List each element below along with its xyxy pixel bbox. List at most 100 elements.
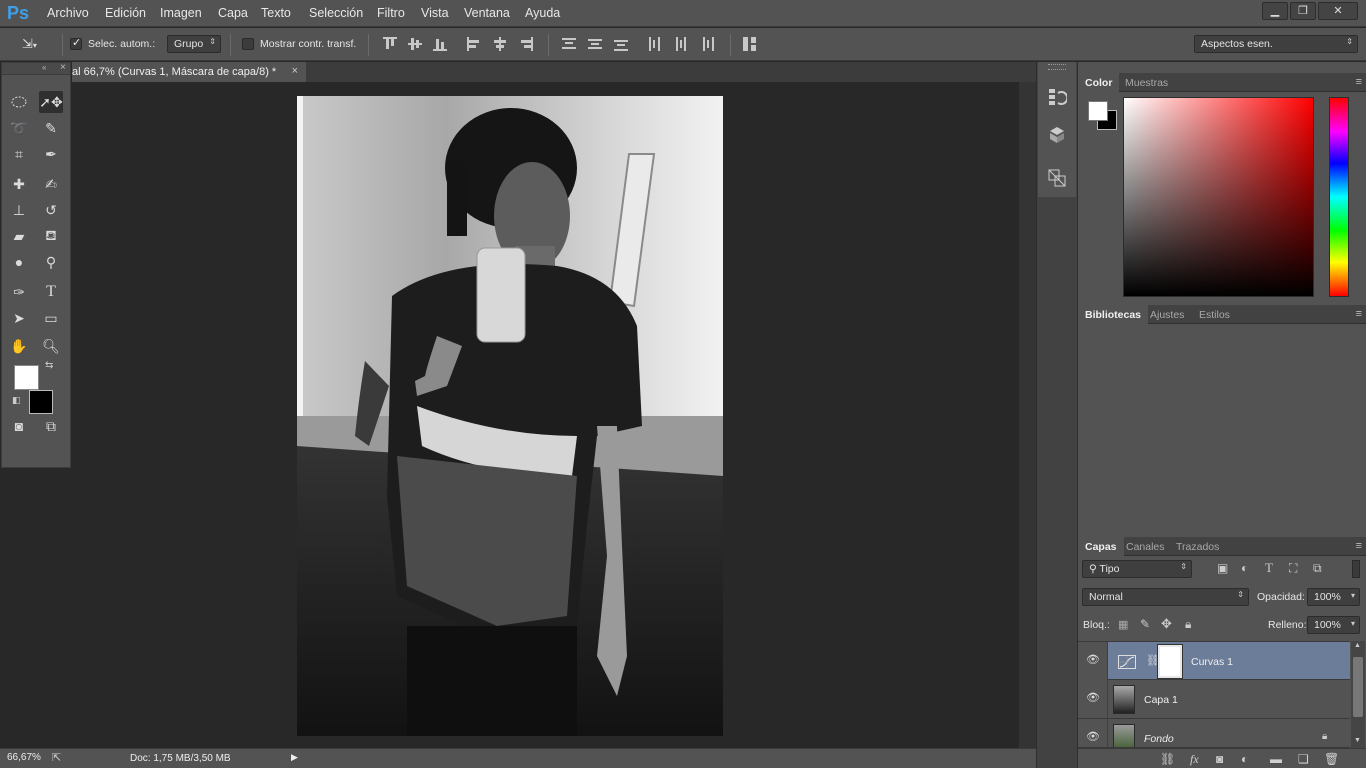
close-window-button[interactable]: ✕	[1318, 2, 1358, 20]
share-icon[interactable]: ⇱	[52, 751, 61, 764]
panel-menu-icon[interactable]: ≡	[1356, 308, 1362, 320]
link-layers-icon[interactable]: ⛓	[1160, 752, 1175, 766]
align-vcenter-icon[interactable]	[408, 37, 422, 51]
auto-select-checkbox[interactable]: ✓	[70, 37, 82, 50]
opacity-input[interactable]: 100% ▾	[1307, 588, 1360, 606]
distribute-vcenter-icon[interactable]	[588, 37, 602, 51]
quick-selection-tool[interactable]: ✎	[39, 117, 63, 139]
auto-select-target-dropdown[interactable]: Grupo ⇕	[167, 35, 221, 53]
tab-color[interactable]: Color	[1078, 73, 1120, 92]
close-tab-icon[interactable]: ×	[292, 65, 298, 77]
filter-adjustment-icon[interactable]: ◐	[1241, 561, 1248, 575]
filter-toggle-switch[interactable]	[1352, 560, 1360, 578]
filter-shape-icon[interactable]: ⛶	[1289, 561, 1297, 576]
brush-tool[interactable]: ✍	[39, 173, 63, 195]
lock-image-icon[interactable]: ✎	[1140, 617, 1150, 631]
hand-tool[interactable]: ✋	[7, 335, 31, 357]
move-tool[interactable]: ➚✥	[39, 91, 63, 113]
minimize-button[interactable]: ▁	[1262, 2, 1288, 20]
healing-brush-tool[interactable]: ✚	[7, 173, 31, 195]
layer-name[interactable]: Fondo	[1144, 733, 1174, 745]
move-tool-preset-icon[interactable]: ⇲▾	[22, 36, 37, 52]
layer-row-curvas[interactable]: 👁︎ ⛓ Curvas 1	[1078, 641, 1350, 681]
adjustment-layer-icon[interactable]: ◐	[1241, 752, 1248, 766]
history-panel-icon[interactable]	[1047, 87, 1069, 109]
distribute-hcenter-icon[interactable]	[674, 37, 688, 51]
eye-icon[interactable]: 👁︎	[1086, 653, 1100, 666]
lock-all-icon[interactable]: 🔒︎	[1185, 617, 1191, 632]
layer-name[interactable]: Capa 1	[1144, 694, 1178, 706]
menu-archivo[interactable]: Archivo	[47, 6, 89, 20]
add-mask-icon[interactable]: ◙	[1216, 752, 1223, 766]
new-group-icon[interactable]: ▬	[1270, 752, 1282, 766]
pen-tool[interactable]: ✑	[7, 281, 31, 303]
panel-menu-icon[interactable]: ≡	[1356, 76, 1362, 88]
menu-ayuda[interactable]: Ayuda	[525, 6, 560, 20]
quick-mask-button[interactable]: ◙	[7, 415, 31, 437]
menu-filtro[interactable]: Filtro	[377, 6, 405, 20]
filter-type-icon[interactable]: T	[1265, 560, 1273, 576]
menu-texto[interactable]: Texto	[261, 6, 291, 20]
tab-trazados[interactable]: Trazados	[1169, 537, 1226, 556]
layers-scrollbar[interactable]: ▲ ▼	[1351, 641, 1365, 748]
tab-canales[interactable]: Canales	[1119, 537, 1172, 556]
rectangle-tool[interactable]: ▭	[39, 307, 63, 329]
scroll-up-icon[interactable]: ▲	[1354, 642, 1361, 649]
screen-mode-button[interactable]: ⧉	[39, 415, 63, 437]
lock-position-icon[interactable]: ✥	[1161, 616, 1172, 632]
layer-mask-thumbnail[interactable]	[1157, 644, 1183, 679]
distribute-left-icon[interactable]	[648, 37, 662, 51]
foreground-color-swatch[interactable]	[14, 365, 39, 390]
hue-slider[interactable]	[1329, 97, 1349, 297]
tab-bibliotecas[interactable]: Bibliotecas	[1078, 305, 1149, 324]
visibility-column[interactable]: 👁︎	[1078, 680, 1108, 719]
clone-source-panel-icon[interactable]	[1047, 168, 1069, 190]
canvas-image[interactable]	[297, 96, 723, 736]
eye-icon[interactable]: 👁︎	[1086, 730, 1100, 743]
tab-capas[interactable]: Capas	[1078, 537, 1124, 556]
eyedropper-tool[interactable]: ✒	[39, 143, 63, 165]
scroll-down-icon[interactable]: ▼	[1354, 737, 1361, 744]
color-spectrum-field[interactable]	[1123, 97, 1314, 297]
filter-smart-object-icon[interactable]: ⧉	[1313, 561, 1322, 576]
scroll-thumb[interactable]	[1353, 657, 1363, 717]
menu-capa[interactable]: Capa	[218, 6, 248, 20]
layer-row-capa-1[interactable]: 👁︎ Capa 1	[1078, 680, 1350, 719]
dock-grip[interactable]	[1048, 64, 1066, 70]
visibility-column[interactable]: 👁︎	[1078, 719, 1108, 747]
trash-icon[interactable]: 🗑︎	[1324, 752, 1339, 766]
status-menu-arrow-icon[interactable]: ▶	[291, 752, 298, 763]
lock-transparent-icon[interactable]: ▦	[1118, 618, 1128, 631]
layer-filter-dropdown[interactable]: ⚲ Tipo ⇕	[1082, 560, 1192, 578]
align-top-icon[interactable]	[383, 37, 397, 51]
align-left-icon[interactable]	[467, 37, 481, 51]
visibility-column[interactable]: 👁︎	[1078, 642, 1108, 681]
document-tab[interactable]: al 66,7% (Curvas 1, Máscara de capa/8) *…	[72, 62, 306, 82]
tab-estilos[interactable]: Estilos	[1192, 305, 1237, 324]
align-bottom-icon[interactable]	[433, 37, 447, 51]
tools-panel-header[interactable]: « ×	[2, 62, 70, 75]
fx-icon[interactable]: fx	[1190, 752, 1199, 767]
menu-imagen[interactable]: Imagen	[160, 6, 202, 20]
distribute-right-icon[interactable]	[700, 37, 714, 51]
menu-seleccion[interactable]: Selección	[309, 6, 363, 20]
layer-row-fondo[interactable]: 👁︎ Fondo 🔒︎	[1078, 719, 1350, 748]
background-color-swatch[interactable]	[29, 390, 53, 414]
panel-menu-icon[interactable]: ≡	[1356, 540, 1362, 552]
new-layer-icon[interactable]: ❏	[1298, 752, 1309, 766]
eraser-tool[interactable]: ▰	[7, 225, 31, 247]
marquee-tool[interactable]	[7, 91, 31, 113]
menu-vista[interactable]: Vista	[421, 6, 449, 20]
eye-icon[interactable]: 👁︎	[1086, 691, 1100, 704]
crop-tool[interactable]: ⌗	[7, 143, 31, 165]
paint-bucket-tool[interactable]: ⛾	[39, 225, 63, 247]
canvas-vertical-scrollbar[interactable]	[1019, 82, 1036, 748]
zoom-level[interactable]: 66,67%	[7, 752, 41, 763]
tab-muestras[interactable]: Muestras	[1118, 73, 1175, 92]
align-right-icon[interactable]	[519, 37, 533, 51]
color-panel-foreground-swatch[interactable]	[1088, 101, 1108, 121]
lasso-tool[interactable]: ➰	[7, 117, 31, 139]
distribute-top-icon[interactable]	[562, 37, 576, 51]
dodge-tool[interactable]: ⚲	[39, 251, 63, 273]
history-brush-tool[interactable]: ↺	[39, 199, 63, 221]
